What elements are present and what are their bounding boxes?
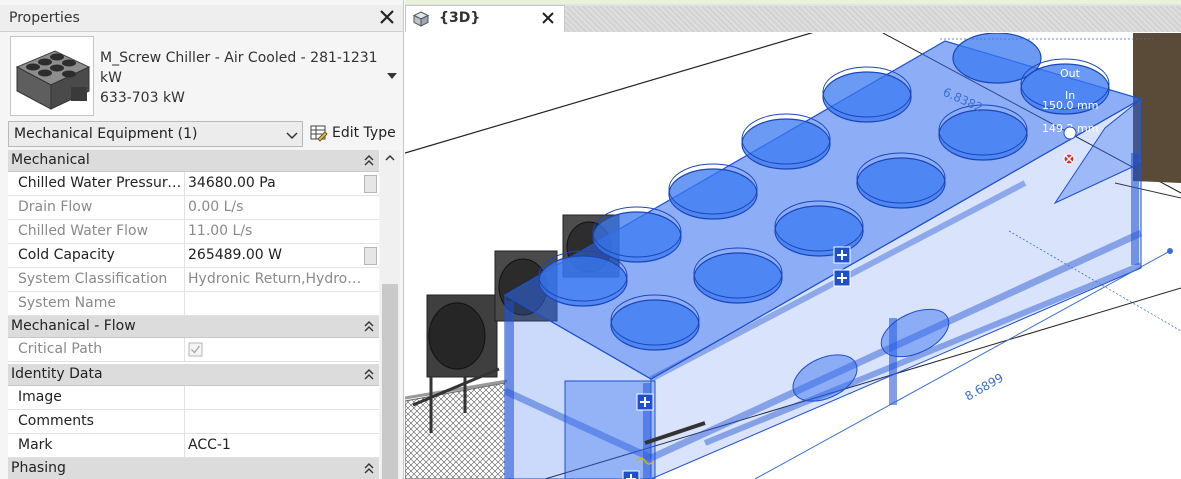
properties-grid: Mechanical Chilled Water Pressure ... 34… <box>8 150 379 479</box>
property-row: System Name <box>8 292 379 316</box>
tab-3d-label: {3D} <box>439 10 481 26</box>
close-icon[interactable] <box>538 8 558 28</box>
property-name: Critical Path <box>18 341 103 357</box>
chevron-up-icon[interactable] <box>384 152 396 164</box>
group-label: Mechanical <box>11 152 90 168</box>
group-header-identity-data[interactable]: Identity Data <box>8 364 379 386</box>
property-value[interactable]: ACC-1 <box>188 437 364 453</box>
3d-model-scene[interactable]: 6.8382 8.6899 Out In 150.0 mm 149.2 mm <box>405 33 1181 479</box>
group-label: Identity Data <box>11 366 103 382</box>
edit-value-button[interactable] <box>364 247 377 265</box>
property-row[interactable]: Cold Capacity 265489.00 W <box>8 244 379 268</box>
3d-view-icon <box>412 10 430 28</box>
property-name: Drain Flow <box>18 199 93 215</box>
group-header-phasing[interactable]: Phasing <box>8 458 379 479</box>
property-value[interactable]: 265489.00 W <box>188 247 364 263</box>
property-row[interactable]: Comments <box>8 410 379 434</box>
property-row: Critical Path <box>8 338 379 362</box>
property-row[interactable]: Image <box>8 386 379 410</box>
property-name: Cold Capacity <box>18 247 115 263</box>
property-name: System Name <box>18 295 116 311</box>
property-value: 11.00 L/s <box>188 223 253 239</box>
group-header-mechanical[interactable]: Mechanical <box>8 150 379 172</box>
instance-filter-label: Mechanical Equipment (1) <box>14 126 198 142</box>
properties-panel: Properties M_Screw Chiller - Air Cooled … <box>0 0 404 479</box>
group-label: Mechanical - Flow <box>11 318 136 334</box>
edit-value-button[interactable] <box>364 175 377 193</box>
property-row: Chilled Water Flow 11.00 L/s <box>8 220 379 244</box>
property-row[interactable]: Chilled Water Pressure ... 34680.00 Pa <box>8 172 379 196</box>
instance-filter-dropdown[interactable]: Mechanical Equipment (1) <box>8 121 303 147</box>
collapse-icon[interactable] <box>363 461 375 475</box>
connector-out-label: Out <box>1060 67 1081 80</box>
dimension-bottom-value[interactable]: 8.6899 <box>963 370 1006 403</box>
property-value: 0.00 L/s <box>188 199 244 215</box>
edit-type-icon <box>310 124 328 142</box>
scrollbar-thumb[interactable] <box>382 284 398 479</box>
property-value[interactable]: 34680.00 Pa <box>188 175 364 191</box>
properties-title: Properties <box>9 10 80 26</box>
view-tab-strip: {3D} <box>405 0 1181 32</box>
property-name: Mark <box>18 437 53 453</box>
family-type-name: M_Screw Chiller - Air Cooled - 281-1231 … <box>100 50 378 106</box>
collapse-icon[interactable] <box>363 319 375 333</box>
chevron-down-icon <box>286 129 298 140</box>
property-row[interactable]: Mark ACC-1 <box>8 434 379 458</box>
critical-path-checkbox <box>188 341 364 362</box>
property-row: System Classification Hydronic Return,Hy… <box>8 268 379 292</box>
chiller-thumbnail-icon <box>10 36 94 116</box>
property-name: Comments <box>18 413 94 429</box>
property-name: Chilled Water Pressure ... <box>18 175 183 191</box>
caret-down-icon[interactable] <box>386 69 398 79</box>
group-label: Phasing <box>11 460 66 476</box>
collapse-icon[interactable] <box>363 153 375 167</box>
tab-3d-view[interactable]: {3D} <box>405 5 565 32</box>
edit-type-label: Edit Type <box>332 125 396 141</box>
edit-type-button[interactable]: Edit Type <box>309 121 399 147</box>
vertical-scrollbar[interactable] <box>380 150 400 479</box>
type-selector[interactable]: M_Screw Chiller - Air Cooled - 281-1231 … <box>0 33 403 119</box>
close-icon[interactable] <box>376 6 398 28</box>
3d-viewport[interactable]: 6.8382 8.6899 Out In 150.0 mm 149.2 mm <box>405 33 1181 479</box>
collapse-icon[interactable] <box>363 367 375 381</box>
property-name: Chilled Water Flow <box>18 223 149 239</box>
group-header-mechanical-flow[interactable]: Mechanical - Flow <box>8 316 379 338</box>
property-name: System Classification <box>18 271 168 287</box>
property-value: Hydronic Return,Hydronic... <box>188 271 364 287</box>
properties-titlebar: Properties <box>0 5 403 32</box>
property-name: Image <box>18 389 62 405</box>
property-row: Drain Flow 0.00 L/s <box>8 196 379 220</box>
connector-size-1: 150.0 mm <box>1042 99 1098 112</box>
